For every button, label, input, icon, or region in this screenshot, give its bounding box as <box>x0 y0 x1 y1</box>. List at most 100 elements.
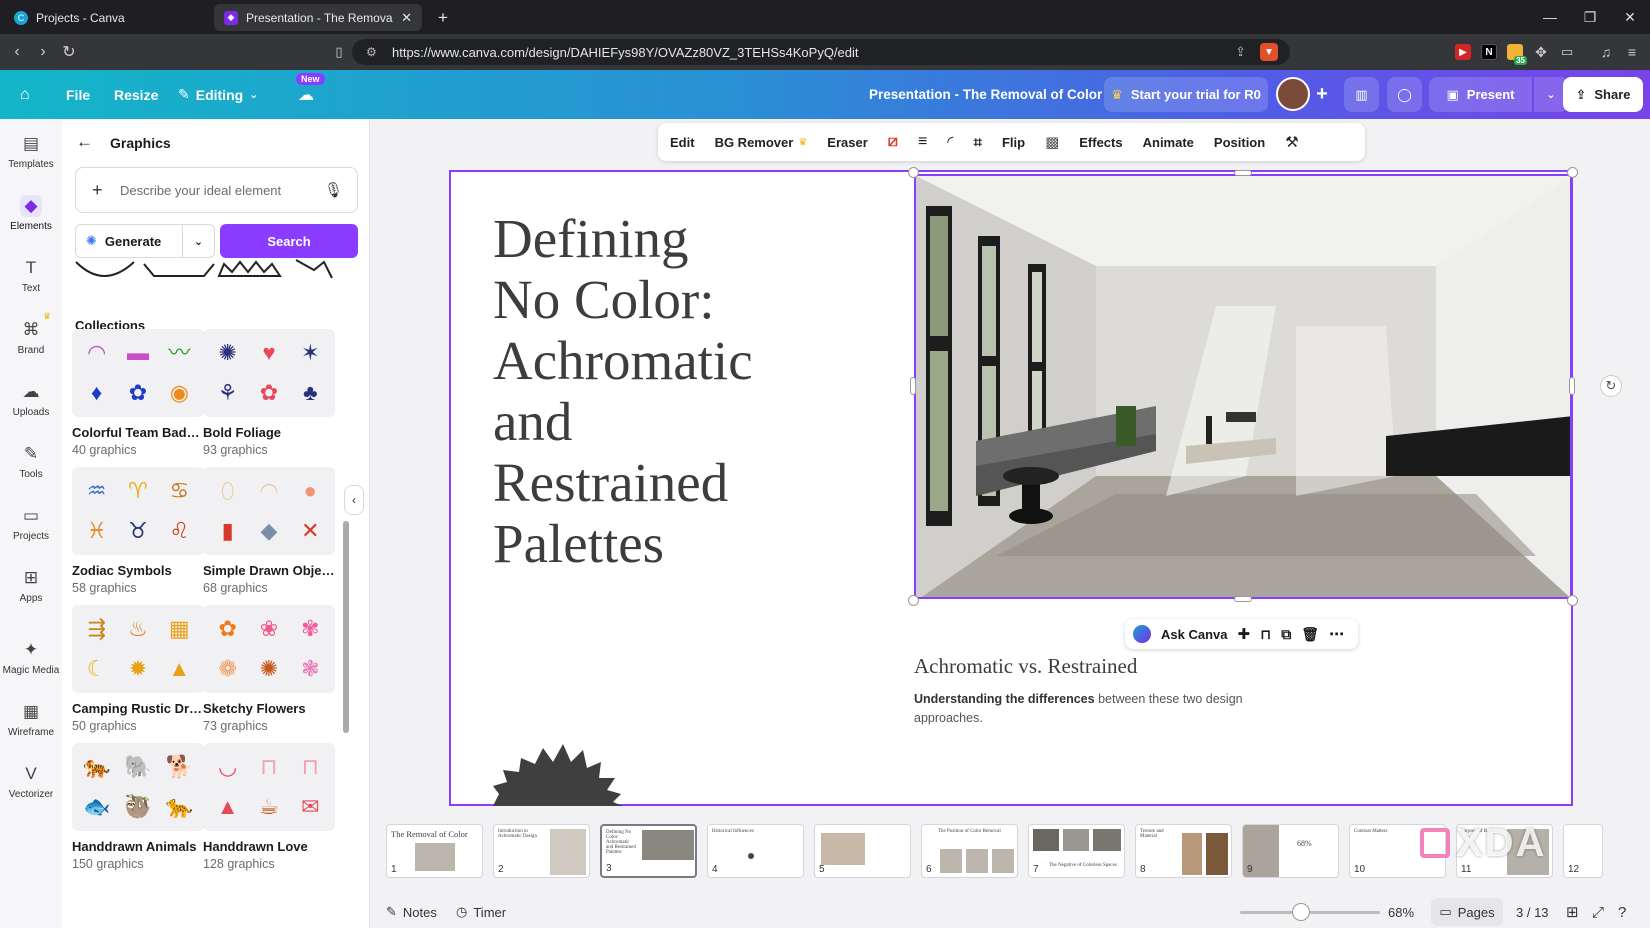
zoom-slider-handle[interactable] <box>1292 903 1310 921</box>
pages-button[interactable]: ▭ Pages <box>1431 898 1503 926</box>
sidebar-toggle-icon[interactable]: ▭ <box>1559 44 1575 60</box>
slide-canvas[interactable]: Defining No Color: Achromatic and Restra… <box>449 167 1578 806</box>
resize-handle[interactable] <box>1234 596 1252 602</box>
collection-card-handdrawn-animals[interactable]: 🐅 🐘 🐕 🐟 🦥 🐆 Handdrawn Animals 150 graphics <box>72 743 204 871</box>
insights-chart-icon[interactable]: ▥ <box>1344 77 1379 112</box>
rail-item-vectorizer[interactable]: V Vectorizer <box>0 753 62 809</box>
page-counter[interactable]: 3 / 13 <box>1516 896 1549 928</box>
timer-button[interactable]: ◷ Timer <box>456 896 506 928</box>
toolbar-position[interactable]: Position <box>1204 123 1275 161</box>
extension-folder-icon[interactable]: 35 <box>1507 44 1527 65</box>
page-thumbnail[interactable]: 5 <box>814 824 911 878</box>
corner-rounding-icon[interactable]: ◜ <box>937 123 963 161</box>
toolbar-effects[interactable]: Effects <box>1069 123 1132 161</box>
page-thumbnail[interactable]: 68% 9 <box>1242 824 1339 878</box>
start-trial-button[interactable]: ♛ Start your trial for R0 <box>1104 77 1268 112</box>
browser-tab-presentation[interactable]: ◆ Presentation - The Removal of C ✕ <box>214 4 422 31</box>
document-title[interactable]: Presentation - The Removal of Color <box>869 70 1102 119</box>
minimize-icon[interactable]: — <box>1530 0 1570 34</box>
resize-handle[interactable] <box>1569 377 1575 395</box>
extensions-puzzle-icon[interactable]: ✥ <box>1533 44 1549 60</box>
duplicate-icon[interactable]: ⧉ <box>1281 626 1291 643</box>
panel-scrollbar[interactable] <box>343 259 349 919</box>
file-menu[interactable]: File <box>66 70 90 119</box>
resize-handle[interactable] <box>910 377 916 395</box>
microphone-icon[interactable]: 🎙 <box>324 181 343 199</box>
collection-card-handdrawn-love[interactable]: ◡ ⊓ ⊓ ▲ ☕ ✉ Handdrawn Love 128 graphics <box>203 743 335 871</box>
slide-body-text[interactable]: Understanding the differences between th… <box>914 690 1274 728</box>
fullscreen-icon[interactable]: ⤢ <box>1592 896 1604 928</box>
resize-handle[interactable] <box>1567 167 1578 178</box>
toolbar-bg-remover[interactable]: BG Remover ♛ <box>705 123 818 161</box>
collection-card-zodiac-symbols[interactable]: ♒ ♈ ♋ ♓ ♉ ♌ Zodiac Symbols 58 graphics <box>72 467 204 595</box>
add-comment-icon[interactable]: ✚ <box>1237 625 1250 643</box>
grid-view-icon[interactable]: ⊞ <box>1566 896 1579 928</box>
lock-icon[interactable]: ⊓ <box>1260 626 1271 643</box>
zoom-slider-track[interactable] <box>1240 911 1380 914</box>
browser-menu-icon[interactable]: ≡ <box>1624 44 1640 60</box>
rail-item-text[interactable]: T Text <box>0 247 62 303</box>
home-icon[interactable]: ⌂ <box>20 70 30 119</box>
help-icon[interactable]: ? <box>1618 896 1626 928</box>
notes-button[interactable]: ✎ Notes <box>386 896 437 928</box>
more-options-icon[interactable]: ⋯ <box>1329 625 1344 643</box>
transparency-icon[interactable]: ▩ <box>1035 123 1069 161</box>
rail-item-brand[interactable]: ⌘ Brand ♛ <box>0 309 62 365</box>
slide-subheading[interactable]: Achromatic vs. Restrained <box>914 654 1137 679</box>
page-thumbnail[interactable]: The Position of Color Removal 6 <box>921 824 1018 878</box>
media-icon[interactable]: ♫ <box>1598 44 1614 60</box>
avatar[interactable] <box>1276 77 1310 111</box>
page-thumbnail-current[interactable]: Defining No Color: Achromatic and Restra… <box>600 824 697 878</box>
share-button[interactable]: ⇪ Share <box>1563 77 1643 112</box>
page-thumbnail[interactable]: The Removal of Color 1 <box>386 824 483 878</box>
graphics-preview-strip[interactable] <box>74 256 338 282</box>
resize-handle[interactable] <box>908 595 919 606</box>
living-room-photo[interactable] <box>914 174 1572 599</box>
delete-icon[interactable]: 🗑 <box>1301 626 1319 643</box>
collapse-panel-chevron-icon[interactable]: ‹ <box>344 485 364 515</box>
share-url-icon[interactable]: ⇪ <box>1235 44 1246 60</box>
bookmark-icon[interactable]: ▯ <box>328 41 350 63</box>
page-thumbnail[interactable]: Historical Influences 4 <box>707 824 804 878</box>
starburst-shape[interactable] <box>493 742 623 806</box>
copy-style-paint-roller-icon[interactable]: ⚒ <box>1275 123 1308 161</box>
collection-card-bold-foliage[interactable]: ✺ ♥ ✶ ⚘ ✿ ♣ Bold Foliage 93 graphics <box>203 329 335 457</box>
collection-card-camping-rustic[interactable]: ⇶ ♨ ▦ ☾ ✹ ▲ Camping Rustic Dra... 50 graphic… <box>72 605 204 733</box>
present-button[interactable]: ▣ Present <box>1429 77 1532 112</box>
browser-tab-projects[interactable]: C Projects - Canva <box>4 4 209 31</box>
add-collaborator-icon[interactable]: + <box>1310 77 1334 112</box>
editing-mode-button[interactable]: ✎ Editing ⌄ <box>178 70 258 119</box>
toolbar-flip[interactable]: Flip <box>992 123 1035 161</box>
slide-title[interactable]: Defining No Color: Achromatic and Restra… <box>493 208 853 574</box>
ask-canva-button[interactable]: Ask Canva <box>1161 627 1227 642</box>
page-thumbnail[interactable]: Texture and Material 8 <box>1135 824 1232 878</box>
rail-item-apps[interactable]: ⊞ Apps <box>0 557 62 613</box>
restore-icon[interactable]: ❐ <box>1570 0 1610 34</box>
close-window-icon[interactable]: ✕ <box>1610 0 1650 34</box>
close-tab-icon[interactable]: ✕ <box>401 10 412 26</box>
rotate-icon[interactable]: ↻ <box>1600 375 1622 397</box>
comment-icon[interactable]: ◯ <box>1387 77 1422 112</box>
rail-item-magic-media[interactable]: ✦ Magic Media <box>0 629 62 685</box>
toolbar-edit[interactable]: Edit <box>658 123 705 161</box>
brave-shield-icon[interactable]: ▼ <box>1260 43 1278 61</box>
reload-icon[interactable]: ↻ <box>58 41 80 63</box>
rail-item-uploads[interactable]: ☁ Uploads <box>0 371 62 427</box>
toolbar-eraser[interactable]: Eraser <box>817 123 877 161</box>
zoom-level[interactable]: 68% <box>1388 896 1414 928</box>
rail-item-tools[interactable]: ✎ Tools <box>0 433 62 489</box>
page-thumbnail[interactable]: The Negative of Colorless Spaces 7 <box>1028 824 1125 878</box>
no-color-icon[interactable]: ⧄ <box>878 123 908 161</box>
chevron-down-icon[interactable]: ⌄ <box>182 225 214 257</box>
rail-item-templates[interactable]: ▤ Templates <box>0 123 62 179</box>
collection-card-colorful-team-badges[interactable]: ◠ ▬ 〰 ♦ ✿ ◉ Colorful Team Badges 40 graphics <box>72 329 204 457</box>
extension-red-icon[interactable]: ▶ <box>1455 44 1471 60</box>
border-style-icon[interactable]: ≡ <box>908 123 937 161</box>
url-field[interactable]: ⚙ https://www.canva.com/design/DAHIEFys9… <box>352 39 1290 65</box>
notion-extension-icon[interactable]: N <box>1481 44 1497 60</box>
search-button[interactable]: Search <box>220 224 358 258</box>
collection-card-sketchy-flowers[interactable]: ✿ ❀ ✾ ❁ ✺ ❃ Sketchy Flowers 73 graphics <box>203 605 335 733</box>
resize-handle[interactable] <box>1567 595 1578 606</box>
rail-item-elements[interactable]: ◆ Elements <box>0 185 62 241</box>
crop-icon[interactable]: ⌗ <box>964 123 992 161</box>
